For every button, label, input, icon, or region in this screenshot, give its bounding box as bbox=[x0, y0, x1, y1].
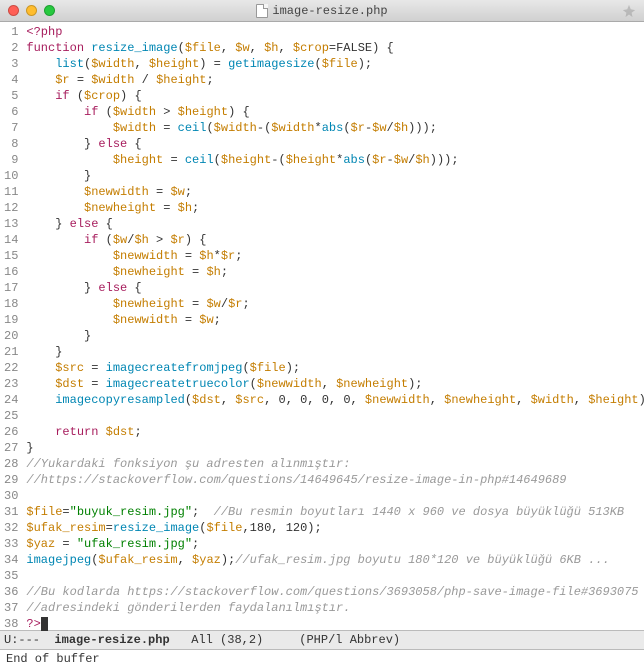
window-title: image-resize.php bbox=[0, 4, 644, 18]
line-number-gutter: 1234567891011121314151617181920212223242… bbox=[0, 22, 24, 630]
line-number: 34 bbox=[4, 552, 18, 568]
code-line[interactable]: $newwidth = $h*$r; bbox=[26, 248, 644, 264]
line-number: 33 bbox=[4, 536, 18, 552]
line-number: 24 bbox=[4, 392, 18, 408]
code-line[interactable] bbox=[26, 488, 644, 504]
buffer-position: All (38,2) bbox=[191, 633, 263, 647]
line-number: 21 bbox=[4, 344, 18, 360]
code-line[interactable]: //Bu kodlarda https://stackoverflow.com/… bbox=[26, 584, 644, 600]
code-line[interactable]: } bbox=[26, 440, 644, 456]
buffer-status: U:--- bbox=[4, 633, 40, 647]
line-number: 29 bbox=[4, 472, 18, 488]
line-number: 30 bbox=[4, 488, 18, 504]
code-line[interactable]: $ufak_resim=resize_image($file,180, 120)… bbox=[26, 520, 644, 536]
line-number: 31 bbox=[4, 504, 18, 520]
line-number: 26 bbox=[4, 424, 18, 440]
line-number: 1 bbox=[4, 24, 18, 40]
code-line[interactable]: if ($width > $height) { bbox=[26, 104, 644, 120]
mode-line: U:--- image-resize.php All (38,2) (PHP/l… bbox=[0, 630, 644, 650]
line-number: 10 bbox=[4, 168, 18, 184]
code-line[interactable]: //Yukardaki fonksiyon şu adresten alınmı… bbox=[26, 456, 644, 472]
code-line[interactable]: function resize_image($file, $w, $h, $cr… bbox=[26, 40, 644, 56]
line-number: 8 bbox=[4, 136, 18, 152]
line-number: 28 bbox=[4, 456, 18, 472]
line-number: 36 bbox=[4, 584, 18, 600]
line-number: 9 bbox=[4, 152, 18, 168]
code-line[interactable]: $width = ceil($width-($width*abs($r-$w/$… bbox=[26, 120, 644, 136]
code-line[interactable]: <?php bbox=[26, 24, 644, 40]
code-line[interactable] bbox=[26, 568, 644, 584]
code-area[interactable]: <?phpfunction resize_image($file, $w, $h… bbox=[24, 22, 644, 630]
minibuffer: End of buffer bbox=[0, 650, 644, 668]
line-number: 17 bbox=[4, 280, 18, 296]
line-number: 18 bbox=[4, 296, 18, 312]
code-line[interactable]: } bbox=[26, 344, 644, 360]
line-number: 11 bbox=[4, 184, 18, 200]
code-line[interactable] bbox=[26, 408, 644, 424]
line-number: 2 bbox=[4, 40, 18, 56]
line-number: 4 bbox=[4, 72, 18, 88]
code-line[interactable]: $height = ceil($height-($height*abs($r-$… bbox=[26, 152, 644, 168]
line-number: 7 bbox=[4, 120, 18, 136]
line-number: 16 bbox=[4, 264, 18, 280]
code-line[interactable]: if ($w/$h > $r) { bbox=[26, 232, 644, 248]
code-line[interactable]: $src = imagecreatefromjpeg($file); bbox=[26, 360, 644, 376]
pin-icon[interactable] bbox=[622, 4, 636, 18]
line-number: 37 bbox=[4, 600, 18, 616]
line-number: 3 bbox=[4, 56, 18, 72]
line-number: 13 bbox=[4, 216, 18, 232]
line-number: 38 bbox=[4, 616, 18, 632]
code-line[interactable]: $newheight = $h; bbox=[26, 264, 644, 280]
line-number: 20 bbox=[4, 328, 18, 344]
code-line[interactable]: ?> bbox=[26, 616, 644, 632]
code-line[interactable]: $dst = imagecreatetruecolor($newwidth, $… bbox=[26, 376, 644, 392]
line-number: 5 bbox=[4, 88, 18, 104]
code-line[interactable]: $r = $width / $height; bbox=[26, 72, 644, 88]
minibuffer-text: End of buffer bbox=[6, 652, 100, 666]
buffer-filename: image-resize.php bbox=[54, 633, 169, 647]
code-line[interactable]: $file="buyuk_resim.jpg"; //Bu resmin boy… bbox=[26, 504, 644, 520]
line-number: 14 bbox=[4, 232, 18, 248]
cursor bbox=[41, 617, 48, 631]
code-line[interactable]: } else { bbox=[26, 216, 644, 232]
code-line[interactable]: } else { bbox=[26, 136, 644, 152]
line-number: 32 bbox=[4, 520, 18, 536]
code-line[interactable]: $newheight = $w/$r; bbox=[26, 296, 644, 312]
code-line[interactable]: $newwidth = $w; bbox=[26, 312, 644, 328]
line-number: 25 bbox=[4, 408, 18, 424]
line-number: 35 bbox=[4, 568, 18, 584]
code-line[interactable]: imagecopyresampled($dst, $src, 0, 0, 0, … bbox=[26, 392, 644, 408]
line-number: 12 bbox=[4, 200, 18, 216]
code-line[interactable]: //adresindeki gönderilerden faydalanılmı… bbox=[26, 600, 644, 616]
line-number: 23 bbox=[4, 376, 18, 392]
document-icon bbox=[256, 4, 268, 18]
buffer-modes: (PHP/l Abbrev) bbox=[299, 633, 400, 647]
code-editor[interactable]: 1234567891011121314151617181920212223242… bbox=[0, 22, 644, 630]
line-number: 27 bbox=[4, 440, 18, 456]
code-line[interactable]: $newwidth = $w; bbox=[26, 184, 644, 200]
window-titlebar: image-resize.php bbox=[0, 0, 644, 22]
code-line[interactable]: imagejpeg($ufak_resim, $yaz);//ufak_resi… bbox=[26, 552, 644, 568]
code-line[interactable]: return $dst; bbox=[26, 424, 644, 440]
line-number: 6 bbox=[4, 104, 18, 120]
line-number: 15 bbox=[4, 248, 18, 264]
line-number: 19 bbox=[4, 312, 18, 328]
code-line[interactable]: //https://stackoverflow.com/questions/14… bbox=[26, 472, 644, 488]
code-line[interactable]: } else { bbox=[26, 280, 644, 296]
line-number: 22 bbox=[4, 360, 18, 376]
code-line[interactable]: $newheight = $h; bbox=[26, 200, 644, 216]
code-line[interactable]: } bbox=[26, 328, 644, 344]
title-text: image-resize.php bbox=[272, 4, 387, 18]
code-line[interactable]: list($width, $height) = getimagesize($fi… bbox=[26, 56, 644, 72]
code-line[interactable]: } bbox=[26, 168, 644, 184]
code-line[interactable]: if ($crop) { bbox=[26, 88, 644, 104]
code-line[interactable]: $yaz = "ufak_resim.jpg"; bbox=[26, 536, 644, 552]
